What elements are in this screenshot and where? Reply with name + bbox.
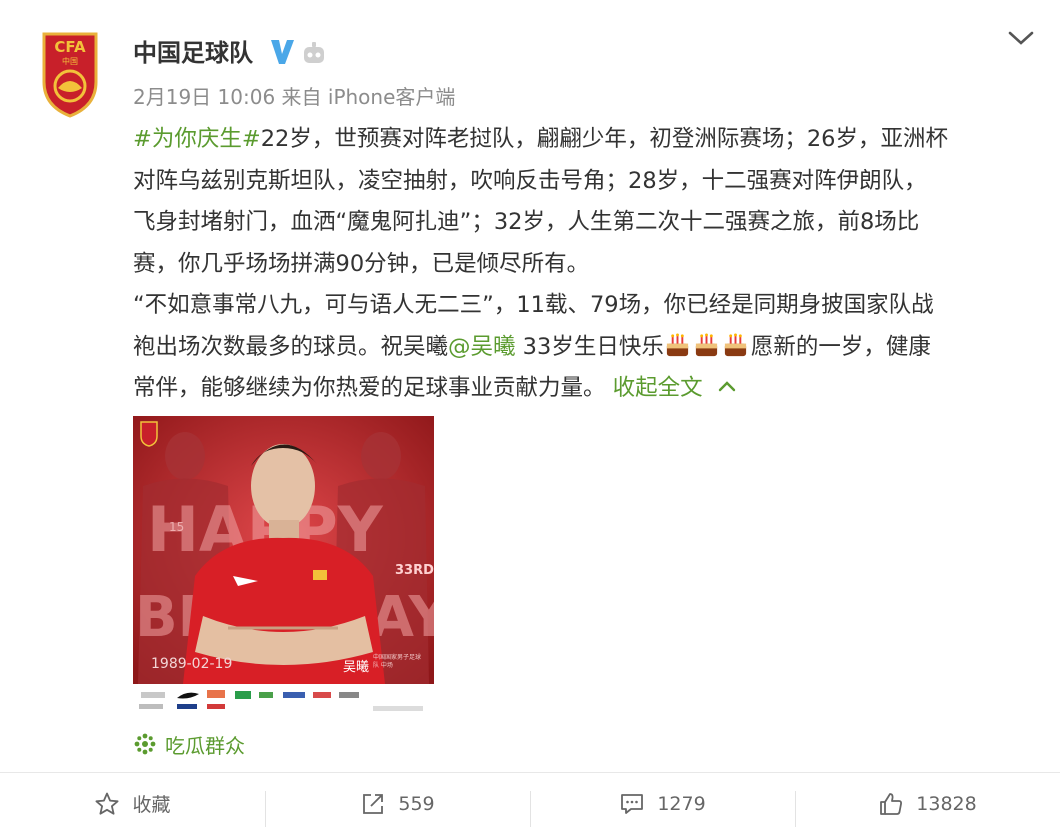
- source-label: 吃瓜群众: [165, 733, 245, 758]
- action-bar: 收藏 559 1279 13828: [0, 772, 1060, 834]
- comment-button[interactable]: 1279: [530, 773, 795, 834]
- chevron-down-icon[interactable]: [1006, 28, 1036, 48]
- source-tag[interactable]: 吃瓜群众: [133, 728, 245, 760]
- robot-badge-icon: [304, 42, 324, 63]
- author-name[interactable]: 中国足球队: [133, 37, 253, 69]
- post-client: iPhone客户端: [327, 85, 456, 109]
- like-button[interactable]: 13828: [795, 773, 1060, 834]
- cake-emoji-icon: [666, 332, 688, 356]
- avatar[interactable]: CFA 中国: [40, 30, 100, 118]
- poster-subtitle: 中国国家男子足球队 中场: [373, 654, 422, 669]
- melon-icon: [134, 733, 156, 755]
- source-prefix: 来自: [281, 85, 322, 109]
- share-icon: [363, 793, 384, 814]
- post-text-line: 袍出场次数最多的球员。祝吴曦: [133, 333, 449, 360]
- post-date: 2月19日 10:06: [133, 85, 276, 109]
- poster-date: 1989-02-19: [151, 656, 233, 672]
- thumbs-up-icon: [880, 792, 903, 815]
- post-text-line: 赛，你几乎场场拼满90分钟，已是倾尽所有。: [133, 250, 590, 277]
- poster-age: 33RD: [395, 563, 434, 578]
- post-text-line: 对阵乌兹别克斯坦队，凌空抽射，吹响反击号角；28岁，十二强赛对阵伊朗队，: [133, 167, 927, 194]
- collapse-link[interactable]: 收起全文: [613, 375, 703, 401]
- post-text-line: “不如意事常八九，可与语人无二三”，11载、79场，你已经是同期身披国家队战: [133, 292, 934, 318]
- hashtag-link[interactable]: #为你庆生#: [133, 126, 261, 152]
- cfa-logo: CFA 中国: [42, 32, 98, 118]
- post-image[interactable]: HAPPY BIRTHDAY 33RD 15 1989-02-19 吴曦 中国国…: [133, 416, 434, 717]
- avatar-subtext: 中国: [62, 56, 78, 66]
- post-text: #为你庆生#22岁，世预赛对阵老挝队，翩翩少年，初登洲际赛场；26岁，亚洲杯 对…: [133, 119, 1033, 410]
- post-text-line: 飞身封堵射门，血洒“魔鬼阿扎迪”；32岁，人生第二次十二强赛之旅，前8场比: [133, 209, 920, 235]
- comment-count: 1279: [657, 792, 706, 815]
- repost-count: 559: [398, 792, 435, 815]
- post-text-line: 常伴，能够继续为你热爱的足球事业贡献力量。: [133, 375, 606, 401]
- favorite-label: 收藏: [132, 794, 171, 816]
- mention-link[interactable]: @吴曦: [448, 334, 516, 360]
- cake-emoji-icon: [695, 332, 717, 356]
- chevron-up-icon[interactable]: [717, 380, 737, 392]
- sponsor-logos: [139, 690, 423, 711]
- post-text-line: 愿新的一岁，健康: [750, 333, 931, 360]
- comment-icon: [621, 793, 644, 814]
- star-icon: [95, 792, 119, 815]
- like-count: 13828: [916, 792, 977, 815]
- favorite-button[interactable]: 收藏: [0, 773, 265, 834]
- repost-button[interactable]: 559: [265, 773, 530, 834]
- avatar-text: CFA: [54, 38, 86, 56]
- poster-player-name: 吴曦: [343, 660, 370, 675]
- poster-number: 15: [169, 520, 184, 534]
- post-text-line: 22岁，世预赛对阵老挝队，翩翩少年，初登洲际赛场；26岁，亚洲杯: [260, 126, 948, 152]
- post-meta: 2月19日 10:06 来自 iPhone客户端: [133, 84, 455, 110]
- post-text-line: 33岁生日快乐: [515, 333, 664, 360]
- poster-sponsor-strip: [133, 684, 434, 717]
- verified-icon: [271, 40, 294, 64]
- cake-emoji-icon: [724, 332, 746, 356]
- poster-graphic: HAPPY BIRTHDAY 33RD 15: [133, 416, 434, 684]
